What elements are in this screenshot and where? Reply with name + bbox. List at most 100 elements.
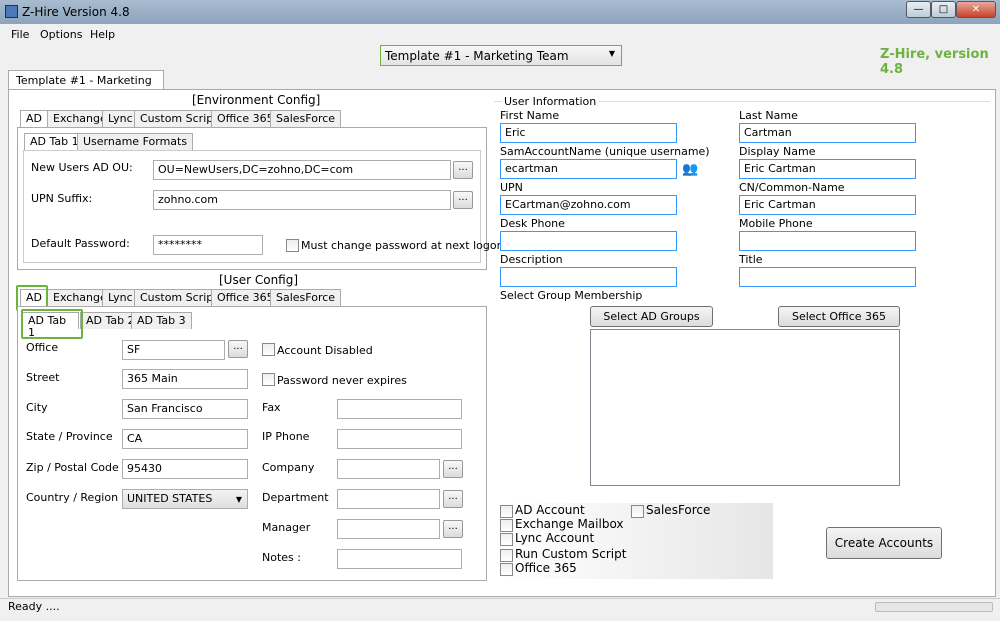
run-custom-script-checkbox[interactable] (500, 549, 513, 562)
menu-bar: File Options Help (0, 26, 1000, 44)
env-subtab-ad1[interactable]: AD Tab 1 (24, 133, 85, 150)
ad-account-checkbox[interactable] (500, 505, 513, 518)
menu-file[interactable]: File (11, 28, 29, 41)
city-label: City (26, 401, 48, 414)
select-ad-groups-button[interactable]: Select AD Groups (590, 306, 713, 327)
tab-template[interactable]: Template #1 - Marketing Team (8, 70, 164, 100)
display-name-label: Display Name (739, 145, 816, 158)
exchange-mailbox-checkbox[interactable] (500, 519, 513, 532)
template-dropdown-value: Template #1 - Marketing Team (385, 49, 569, 63)
fax-input[interactable] (337, 399, 462, 419)
office365-checkbox[interactable] (500, 563, 513, 576)
account-disabled-label: Account Disabled (277, 344, 373, 357)
brand-label: Z-Hire, version 4.8 (880, 47, 989, 77)
upn-label: UPN (500, 181, 523, 194)
minimize-button[interactable]: — (906, 1, 931, 18)
display-name-input[interactable]: Eric Cartman (739, 159, 916, 179)
last-name-input[interactable]: Cartman (739, 123, 916, 143)
manager-input[interactable] (337, 519, 440, 539)
must-change-label: Must change password at next logon (301, 239, 504, 252)
state-label: State / Province (26, 430, 113, 443)
title-bar: Z-Hire Version 4.8 — □ ✕ (0, 0, 1000, 24)
chevron-down-icon: ▼ (235, 495, 242, 504)
title-input[interactable] (739, 267, 916, 287)
department-label: Department (262, 491, 329, 504)
menu-help[interactable]: Help (90, 28, 115, 41)
salesforce-label: SalesForce (646, 503, 711, 517)
street-input[interactable]: 365 Main (122, 369, 248, 389)
office-browse-button[interactable]: ... (228, 340, 248, 358)
status-bar (0, 598, 1000, 621)
user-lookup-icon[interactable]: 👥 (682, 162, 698, 177)
description-label: Description (500, 253, 563, 266)
default-password-input[interactable]: ******** (153, 235, 263, 255)
upn-suffix-label: UPN Suffix: (31, 192, 93, 205)
mobile-phone-input[interactable] (739, 231, 916, 251)
desk-phone-input[interactable] (500, 231, 677, 251)
sam-label: SamAccountName (unique username) (500, 145, 710, 158)
cn-label: CN/Common-Name (739, 181, 845, 194)
maximize-button[interactable]: □ (931, 1, 956, 18)
office-input[interactable]: SF (122, 340, 225, 360)
password-never-expires-checkbox[interactable] (262, 373, 275, 386)
user-subtab-ad3[interactable]: AD Tab 3 (131, 312, 192, 329)
sam-input[interactable]: ecartman (500, 159, 677, 179)
title-label: Title (739, 253, 763, 266)
must-change-checkbox[interactable] (286, 239, 299, 252)
password-never-expires-label: Password never expires (277, 374, 407, 387)
group-membership-label: Select Group Membership (500, 289, 643, 302)
ip-phone-label: IP Phone (262, 430, 310, 443)
create-accounts-button[interactable]: Create Accounts (826, 527, 942, 559)
zip-label: Zip / Postal Code (26, 461, 119, 474)
app-window: Z-Hire Version 4.8 — □ ✕ File Options He… (0, 0, 1000, 621)
fax-label: Fax (262, 401, 281, 414)
app-icon (5, 5, 18, 18)
upn-suffix-input[interactable]: zohno.com (153, 190, 451, 210)
run-custom-script-label: Run Custom Script (515, 547, 627, 561)
city-input[interactable]: San Francisco (122, 399, 248, 419)
env-tab-ad[interactable]: AD (20, 110, 48, 127)
ou-browse-button[interactable]: ... (453, 161, 473, 179)
department-input[interactable] (337, 489, 440, 509)
chevron-down-icon: ▼ (608, 49, 615, 58)
select-o365-groups-button[interactable]: Select Office 365 Groups (778, 306, 900, 342)
mobile-phone-label: Mobile Phone (739, 217, 813, 230)
account-disabled-checkbox[interactable] (262, 343, 275, 356)
upn-input[interactable]: ECartman@zohno.com (500, 195, 677, 215)
country-dropdown[interactable]: UNITED STATES ▼ (122, 489, 248, 509)
user-info-title: User Information (502, 95, 599, 108)
last-name-label: Last Name (739, 109, 798, 122)
upn-browse-button[interactable]: ... (453, 191, 473, 209)
zip-input[interactable]: 95430 (122, 459, 248, 479)
user-tab-salesforce[interactable]: SalesForce (270, 289, 342, 306)
street-label: Street (26, 371, 60, 384)
company-input[interactable] (337, 459, 440, 479)
notes-input[interactable] (337, 549, 462, 569)
manager-browse-button[interactable]: ... (443, 520, 463, 538)
exchange-mailbox-label: Exchange Mailbox (515, 517, 624, 531)
ou-label: New Users AD OU: (31, 161, 133, 174)
manager-label: Manager (262, 521, 311, 534)
cn-input[interactable]: Eric Cartman (739, 195, 916, 215)
description-input[interactable] (500, 267, 677, 287)
ou-input[interactable]: OU=NewUsers,DC=zohno,DC=com (153, 160, 451, 180)
office365-label: Office 365 (515, 561, 577, 575)
ad-tab1-highlight (21, 309, 83, 339)
window-title: Z-Hire Version 4.8 (22, 5, 130, 19)
company-browse-button[interactable]: ... (443, 460, 463, 478)
first-name-input[interactable]: Eric (500, 123, 677, 143)
group-list[interactable] (590, 329, 900, 486)
lync-account-label: Lync Account (515, 531, 595, 545)
state-input[interactable]: CA (122, 429, 248, 449)
lync-account-checkbox[interactable] (500, 533, 513, 546)
menu-options[interactable]: Options (40, 28, 82, 41)
department-browse-button[interactable]: ... (443, 490, 463, 508)
default-password-label: Default Password: (31, 237, 130, 250)
salesforce-checkbox[interactable] (631, 505, 644, 518)
template-dropdown[interactable]: Template #1 - Marketing Team ▼ (380, 45, 622, 66)
close-button[interactable]: ✕ (956, 1, 996, 18)
env-tab-salesforce[interactable]: SalesForce (270, 110, 342, 127)
notes-label: Notes : (262, 551, 301, 564)
env-subtab-username-formats[interactable]: Username Formats (77, 133, 194, 150)
ip-phone-input[interactable] (337, 429, 462, 449)
